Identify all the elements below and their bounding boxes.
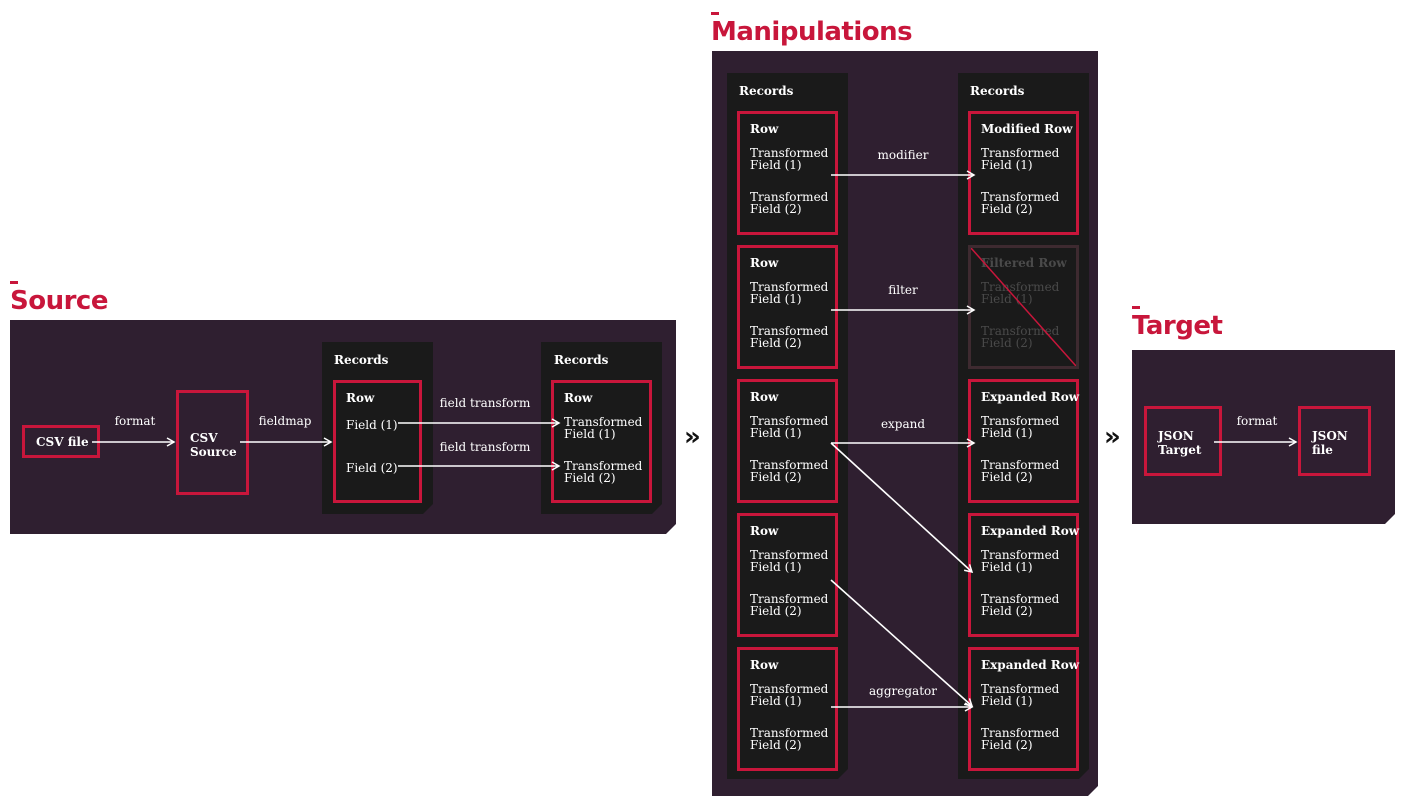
row-title: Row xyxy=(750,524,779,538)
target-arrow-format-label: format xyxy=(1236,414,1278,428)
transformed-field-2: Transformed Field (2) xyxy=(750,458,829,484)
json-file-label-1: JSON xyxy=(1312,429,1348,443)
source-records-label-2: Records xyxy=(554,353,609,367)
manip-records-right-label: Records xyxy=(970,84,1025,98)
manip-right-row-modified: Modified Row Transformed Field (1) Trans… xyxy=(968,111,1079,235)
json-target-node: JSON Target xyxy=(1144,406,1222,476)
target-title-dash xyxy=(1132,306,1140,309)
source-arrow-format-label: format xyxy=(114,414,156,428)
json-file-label-2: file xyxy=(1312,443,1333,457)
chevron-icon-source-to-manipulations: » xyxy=(684,422,701,452)
transformed-field-2: Transformed Field (2) xyxy=(981,726,1060,752)
transformed-field-1: Transformed Field (1) xyxy=(981,682,1060,708)
source-row-1: Row Field (1) Field (2) xyxy=(333,380,422,503)
transformed-field-1: Transformed Field (1) xyxy=(981,414,1060,440)
transformed-field-1: Transformed Field (1) xyxy=(750,146,829,172)
transformed-field-1: Transformed Field (1) xyxy=(981,548,1060,574)
csv-source-label-1: CSV xyxy=(190,431,218,445)
field-1: Field (1) xyxy=(346,418,398,432)
row-title: Modified Row xyxy=(981,122,1073,136)
json-target-label-2: Target xyxy=(1158,443,1202,457)
chevron-icon-manipulations-to-target: » xyxy=(1104,422,1121,452)
json-target-label-1: JSON xyxy=(1158,429,1194,443)
manip-left-row-5: Row Transformed Field (1) Transformed Fi… xyxy=(737,647,838,771)
row-title: Expanded Row xyxy=(981,524,1080,538)
csv-source-node: CSV Source xyxy=(176,390,249,495)
row-title: Row xyxy=(750,390,779,404)
csv-source-label-2: Source xyxy=(190,445,237,459)
manip-right-row-expanded-2: Expanded Row Transformed Field (1) Trans… xyxy=(968,513,1079,637)
row-title: Row xyxy=(750,658,779,672)
transformed-field-1: Transformed Field (1) xyxy=(750,548,829,574)
manip-records-left-label: Records xyxy=(739,84,794,98)
json-file-node: JSON file xyxy=(1298,406,1371,476)
row-title: Row xyxy=(750,122,779,136)
transformed-field-2: Transformed Field (2) xyxy=(750,324,829,350)
source-row-2: Row Transformed Field (1) Transformed Fi… xyxy=(551,380,652,503)
transformed-field-2: Transformed Field (2) xyxy=(750,726,829,752)
source-records-label-1: Records xyxy=(334,353,389,367)
manip-arrow-modifier-label: modifier xyxy=(877,148,929,162)
transformed-field-2: Transformed Field (2) xyxy=(750,592,829,618)
transformed-field-1: Transformed Field (1) xyxy=(750,682,829,708)
row-title: Expanded Row xyxy=(981,658,1080,672)
manip-left-row-4: Row Transformed Field (1) Transformed Fi… xyxy=(737,513,838,637)
source-title: Source xyxy=(10,286,108,316)
manip-arrow-filter-label: filter xyxy=(888,283,918,297)
manip-arrow-expand-label: expand xyxy=(880,417,926,431)
filtered-strike-line xyxy=(971,248,1076,366)
manip-left-row-1: Row Transformed Field (1) Transformed Fi… xyxy=(737,111,838,235)
field-2: Field (2) xyxy=(346,461,398,475)
manipulations-title: Manipulations xyxy=(711,17,913,47)
csv-file-label: CSV file xyxy=(36,435,89,449)
transformed-field-1: Transformed Field (1) xyxy=(750,414,829,440)
transformed-field-1: Transformed Field (1) xyxy=(981,146,1060,172)
row-title: Expanded Row xyxy=(981,390,1080,404)
row-title: Row xyxy=(346,391,375,405)
manip-right-row-expanded-1: Expanded Row Transformed Field (1) Trans… xyxy=(968,379,1079,503)
source-title-dash xyxy=(10,281,18,284)
manip-left-row-2: Row Transformed Field (1) Transformed Fi… xyxy=(737,245,838,369)
transformed-field-1: Transformed Field (1) xyxy=(564,415,643,441)
transformed-field-2: Transformed Field (2) xyxy=(981,592,1060,618)
manip-arrow-aggregator-label: aggregator xyxy=(869,684,937,698)
source-arrow-ft1-label: field transform xyxy=(439,396,531,410)
csv-file-node: CSV file xyxy=(22,425,100,458)
transformed-field-2: Transformed Field (2) xyxy=(750,190,829,216)
row-title: Row xyxy=(564,391,593,405)
manipulations-title-dash xyxy=(711,12,719,15)
transformed-field-2: Transformed Field (2) xyxy=(981,190,1060,216)
transformed-field-1: Transformed Field (1) xyxy=(750,280,829,306)
row-title: Row xyxy=(750,256,779,270)
transformed-field-2: Transformed Field (2) xyxy=(981,458,1060,484)
manip-left-row-3: Row Transformed Field (1) Transformed Fi… xyxy=(737,379,838,503)
transformed-field-2: Transformed Field (2) xyxy=(564,459,643,485)
target-title: Target xyxy=(1132,311,1223,341)
source-arrow-ft2-label: field transform xyxy=(439,440,531,454)
source-arrow-fieldmap-label: fieldmap xyxy=(258,414,312,428)
manip-right-row-filtered: Filtered Row Transformed Field (1) Trans… xyxy=(968,245,1079,369)
manip-right-row-expanded-3: Expanded Row Transformed Field (1) Trans… xyxy=(968,647,1079,771)
